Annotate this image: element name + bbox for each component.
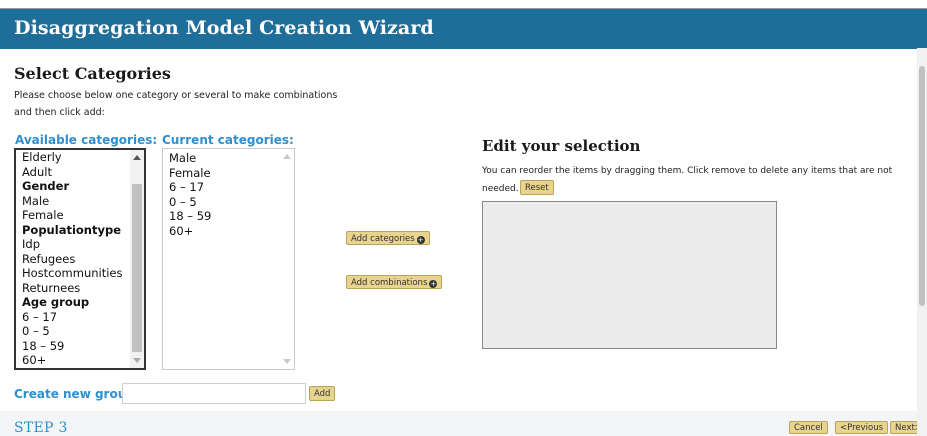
category-option[interactable]: Adult — [22, 165, 123, 180]
scroll-down-arrow-icon[interactable] — [283, 359, 291, 364]
current-categories-list[interactable]: Male Female 6 – 17 0 – 5 18 – 59 60+ — [162, 148, 295, 370]
current-category-item[interactable]: 60+ — [169, 224, 211, 239]
wizard-title: Disaggregation Model Creation Wizard — [14, 17, 434, 39]
category-option[interactable]: 60+ — [22, 353, 123, 368]
edit-selection-heading: Edit your selection — [482, 137, 641, 155]
wizard-title-bar: Disaggregation Model Creation Wizard — [0, 8, 927, 49]
category-option[interactable]: Female — [22, 208, 123, 223]
category-group-header[interactable]: Populationtype — [22, 223, 123, 238]
new-group-input[interactable] — [122, 383, 306, 404]
top-strip — [0, 0, 927, 8]
cancel-button[interactable]: Cancel — [789, 421, 828, 434]
available-categories-list[interactable]: Elderly Adult Gender Male Female Populationty… — [14, 148, 146, 370]
step-indicator: STEP 3 — [14, 420, 68, 436]
previous-button[interactable]: <Previous — [835, 421, 889, 434]
scroll-up-arrow-icon[interactable] — [133, 155, 141, 160]
plus-circle-icon: + — [429, 280, 438, 288]
page-scrollbar[interactable] — [917, 48, 927, 436]
category-option[interactable]: Male — [22, 194, 123, 209]
scroll-down-arrow-icon[interactable] — [133, 358, 141, 363]
current-category-item[interactable]: Female — [169, 166, 211, 181]
select-categories-heading: Select Categories — [14, 64, 171, 83]
select-instructions: Please choose below one category or seve… — [14, 90, 338, 118]
available-categories-label: Available categories: — [15, 133, 158, 147]
reset-button[interactable]: Reset — [520, 180, 554, 195]
category-group-header[interactable]: Age group — [22, 295, 123, 310]
add-categories-button[interactable]: Add categories + — [346, 231, 430, 245]
selection-drop-area[interactable] — [482, 201, 777, 349]
page-scroll-thumb[interactable] — [919, 66, 925, 306]
category-option[interactable]: Refugees — [22, 252, 123, 267]
add-combinations-button[interactable]: Add combinations + — [346, 275, 443, 289]
current-category-item[interactable]: 18 – 59 — [169, 209, 211, 224]
category-option[interactable]: Idp — [22, 237, 123, 252]
create-new-group-label: Create new group: — [14, 387, 140, 401]
scroll-up-arrow-icon[interactable] — [283, 154, 291, 159]
category-option[interactable]: Returnees — [22, 281, 123, 296]
current-category-item[interactable]: Male — [169, 151, 211, 166]
add-combinations-label: Add combinations — [351, 278, 428, 288]
scroll-thumb[interactable] — [132, 184, 142, 352]
add-categories-label: Add categories — [351, 234, 415, 244]
category-option[interactable]: Elderly — [22, 150, 123, 165]
category-option[interactable]: Hostcommunities — [22, 266, 123, 281]
current-category-item[interactable]: 6 – 17 — [169, 180, 211, 195]
add-group-button[interactable]: Add — [309, 386, 336, 401]
available-list-scrollbar[interactable] — [130, 150, 144, 368]
plus-circle-icon: + — [416, 236, 425, 244]
current-list-scrollbar[interactable] — [280, 149, 294, 369]
category-group-header[interactable]: Gender — [22, 179, 123, 194]
wizard-footer: STEP 3 Cancel <Previous Next> — [0, 411, 927, 436]
category-option[interactable]: 0 – 5 — [22, 324, 123, 339]
category-option[interactable]: 6 – 17 — [22, 310, 123, 325]
category-option[interactable]: 18 – 59 — [22, 339, 123, 354]
current-categories-label: Current categories: — [162, 133, 294, 147]
current-category-item[interactable]: 0 – 5 — [169, 195, 211, 210]
